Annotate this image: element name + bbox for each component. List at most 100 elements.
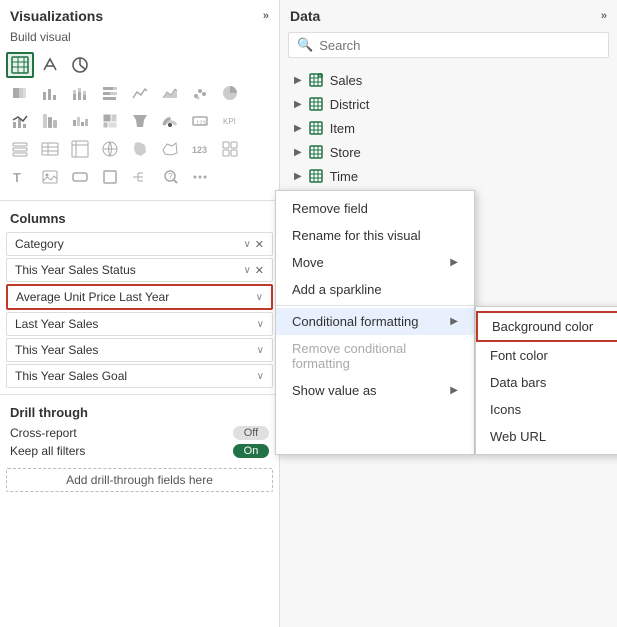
svg-text:123: 123	[196, 121, 207, 127]
image-icon[interactable]	[36, 164, 64, 190]
tree-arrow-time: ▶	[294, 171, 302, 182]
menu-item-show-value[interactable]: Show value as ▶	[276, 377, 474, 404]
menu-item-remove-cond: Remove conditional formatting	[276, 335, 474, 377]
tree-icon-time	[308, 168, 324, 184]
tree-item-district[interactable]: ▶ District	[288, 92, 609, 116]
slicer-icon[interactable]	[6, 136, 34, 162]
card-icon[interactable]: 123	[186, 108, 214, 134]
submenu-icons-label: Icons	[490, 402, 521, 417]
treemap-icon[interactable]	[96, 108, 124, 134]
keep-filters-toggle[interactable]: On	[233, 444, 269, 458]
gauge-icon[interactable]	[156, 108, 184, 134]
field-category[interactable]: Category ∨ ✕	[6, 232, 273, 256]
add-drillthrough-area[interactable]: Add drill-through fields here	[6, 468, 273, 492]
submenu-font-color-label: Font color	[490, 348, 548, 363]
field-category-chevron: ∨	[243, 239, 250, 250]
pie-chart-icon[interactable]	[216, 80, 244, 106]
multirow-icon[interactable]	[216, 136, 244, 162]
tree-item-sales[interactable]: ▶ ∑ Sales	[288, 68, 609, 92]
field-tyss-close[interactable]: ✕	[255, 264, 264, 277]
table-icon-cell[interactable]	[6, 52, 34, 78]
search-input[interactable]	[319, 38, 600, 53]
icon-row-2	[6, 80, 273, 106]
analytics-icon-cell[interactable]	[66, 52, 94, 78]
submenu-item-data-bars[interactable]: Data bars	[476, 369, 617, 396]
menu-item-move[interactable]: Move ▶	[276, 249, 474, 276]
menu-item-sparkline[interactable]: Add a sparkline	[276, 276, 474, 303]
keep-filters-label: Keep all filters	[10, 444, 85, 458]
icon-row-5: T ?	[6, 164, 273, 190]
table-viz-icon[interactable]	[36, 136, 64, 162]
field-tysg-text: This Year Sales Goal	[15, 369, 257, 383]
menu-item-sparkline-label: Add a sparkline	[292, 282, 382, 297]
submenu-item-font-color[interactable]: Font color	[476, 342, 617, 369]
viz-panel-arrow[interactable]: »	[263, 10, 269, 22]
icon-row-1	[6, 52, 273, 78]
qa-icon[interactable]: ?	[156, 164, 184, 190]
matrix-icon[interactable]	[66, 136, 94, 162]
cross-report-toggle[interactable]: Off	[233, 426, 269, 440]
submenu-item-web-url[interactable]: Web URL	[476, 423, 617, 450]
svg-text:123: 123	[192, 145, 207, 155]
number-icon[interactable]: 123	[186, 136, 214, 162]
cond-format-arrow-icon: ▶	[450, 316, 458, 327]
stacked-bar-icon[interactable]	[6, 80, 34, 106]
field-tys[interactable]: This Year Sales ∨	[6, 338, 273, 362]
field-auplly-chevron: ∨	[256, 292, 263, 303]
waterfall-icon[interactable]	[66, 108, 94, 134]
area-chart-icon[interactable]	[156, 80, 184, 106]
col-chart-icon[interactable]	[36, 80, 64, 106]
icon-row-4: 123	[6, 136, 273, 162]
submenu-item-icons[interactable]: Icons	[476, 396, 617, 423]
drill-label: Drill through	[10, 405, 269, 420]
search-box[interactable]: 🔍	[288, 32, 609, 58]
tree-icon-district	[308, 96, 324, 112]
more-icon[interactable]	[186, 164, 214, 190]
field-auplly[interactable]: Average Unit Price Last Year ∨	[6, 284, 273, 310]
menu-item-remove-field-label: Remove field	[292, 201, 368, 216]
field-tysg[interactable]: This Year Sales Goal ∨	[6, 364, 273, 388]
line-chart-icon[interactable]	[126, 80, 154, 106]
field-category-close[interactable]: ✕	[255, 238, 264, 251]
submenu-web-url-label: Web URL	[490, 429, 546, 444]
brush-icon-cell[interactable]	[36, 52, 64, 78]
field-tyss-text: This Year Sales Status	[15, 263, 243, 277]
tree-item-time[interactable]: ▶ Time	[288, 164, 609, 188]
visualizations-panel: Visualizations » Build visual	[0, 0, 280, 627]
ribbon-icon[interactable]	[36, 108, 64, 134]
tree-label-time: Time	[330, 169, 358, 184]
menu-item-move-label: Move	[292, 255, 324, 270]
field-tysg-chevron: ∨	[257, 371, 264, 382]
svg-text:KPI: KPI	[223, 117, 236, 126]
context-menu-container: Remove field Rename for this visual Move…	[275, 190, 617, 455]
tree-item-store[interactable]: ▶ Store	[288, 140, 609, 164]
menu-item-remove-field[interactable]: Remove field	[276, 195, 474, 222]
decomp-tree-icon[interactable]	[126, 164, 154, 190]
menu-item-cond-format[interactable]: Conditional formatting ▶	[276, 308, 474, 335]
keep-filters-row: Keep all filters On	[10, 442, 269, 460]
text-icon[interactable]: T	[6, 164, 34, 190]
submenu-item-bg-color[interactable]: Background color	[476, 311, 617, 342]
stacked-col-icon[interactable]	[66, 80, 94, 106]
submenu: Background color Font color Data bars Ic…	[475, 306, 617, 455]
data-panel: Data » 🔍 ▶ ∑ Sales ▶	[280, 0, 617, 627]
line-col-icon[interactable]	[6, 108, 34, 134]
shape-icon[interactable]	[96, 164, 124, 190]
scatter-icon[interactable]	[186, 80, 214, 106]
kpi-icon[interactable]: KPI	[216, 108, 244, 134]
tree-item-item[interactable]: ▶ Item	[288, 116, 609, 140]
map-icon[interactable]	[96, 136, 124, 162]
svg-text:T: T	[13, 170, 21, 185]
filled-map-icon[interactable]	[126, 136, 154, 162]
button-icon[interactable]	[66, 164, 94, 190]
bar100-icon[interactable]	[96, 80, 124, 106]
field-tyss[interactable]: This Year Sales Status ∨ ✕	[6, 258, 273, 282]
data-panel-header: Data »	[280, 0, 617, 28]
field-tys-text: This Year Sales	[15, 343, 257, 357]
tree-arrow-store: ▶	[294, 147, 302, 158]
field-lys[interactable]: Last Year Sales ∨	[6, 312, 273, 336]
shape-map-icon[interactable]	[156, 136, 184, 162]
menu-item-rename[interactable]: Rename for this visual	[276, 222, 474, 249]
funnel-icon[interactable]	[126, 108, 154, 134]
data-panel-arrow[interactable]: »	[601, 10, 607, 22]
